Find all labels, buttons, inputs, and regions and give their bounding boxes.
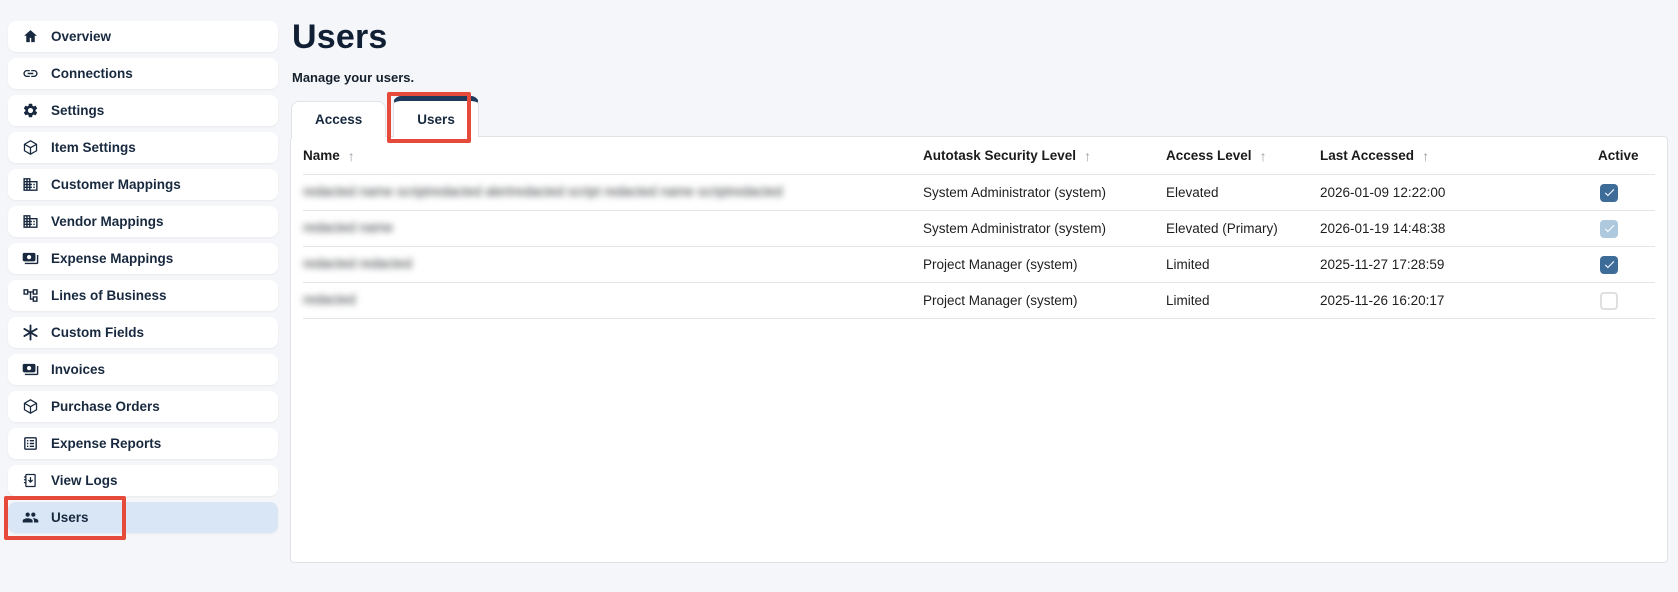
cell-access-level: Elevated (Primary) [1166, 221, 1320, 236]
cell-access-level: Limited [1166, 293, 1320, 308]
sidebar-item-label: Lines of Business [51, 288, 167, 303]
cell-security-level: Project Manager (system) [923, 293, 1166, 308]
redacted-name: redacted name scriptredacted alertredact… [303, 184, 783, 199]
payments-icon [22, 361, 39, 378]
cell-name: redacted name scriptredacted alertredact… [303, 184, 923, 202]
sidebar-item-label: Invoices [51, 362, 105, 377]
sort-arrow-icon: ↑ [1422, 148, 1429, 164]
sidebar-item-label: Expense Reports [51, 436, 161, 451]
sidebar-item-label: Overview [51, 29, 111, 44]
sidebar-item-label: Expense Mappings [51, 251, 173, 266]
column-header-name[interactable]: Name ↑ [303, 148, 923, 164]
sidebar-item-expense-mappings[interactable]: Expense Mappings [8, 243, 278, 274]
sidebar-item-label: Vendor Mappings [51, 214, 164, 229]
cell-name: redacted [303, 292, 923, 310]
redacted-name: redacted [303, 292, 356, 307]
sidebar-item-item-settings[interactable]: Item Settings [8, 132, 278, 163]
cell-name: redacted name [303, 220, 923, 238]
link-icon [22, 65, 39, 82]
table-row: redacted Project Manager (system) Limite… [291, 283, 1667, 318]
payments-icon [22, 250, 39, 267]
cell-security-level: Project Manager (system) [923, 257, 1166, 272]
cell-last-accessed: 2025-11-26 16:20:17 [1320, 293, 1598, 308]
sort-arrow-icon: ↑ [348, 148, 355, 164]
sidebar-item-view-logs[interactable]: View Logs [8, 465, 278, 496]
cell-security-level: System Administrator (system) [923, 185, 1166, 200]
sidebar-item-label: Connections [51, 66, 133, 81]
cell-last-accessed: 2026-01-09 12:22:00 [1320, 185, 1598, 200]
sidebar-item-overview[interactable]: Overview [8, 21, 278, 52]
home-icon [22, 28, 39, 45]
column-header-active: Active [1598, 148, 1655, 163]
asterisk-icon [22, 324, 39, 341]
sort-arrow-icon: ↑ [1084, 148, 1091, 164]
active-checkbox-disabled [1600, 220, 1618, 238]
redacted-name: redacted redacted [303, 256, 412, 271]
sidebar-item-users[interactable]: Users [8, 502, 278, 533]
sidebar-item-vendor-mappings[interactable]: Vendor Mappings [8, 206, 278, 237]
sidebar-item-lines-of-business[interactable]: Lines of Business [8, 280, 278, 311]
table-header-row: Name ↑ Autotask Security Level ↑ Access … [291, 137, 1667, 174]
sidebar-item-label: Settings [51, 103, 104, 118]
cell-security-level: System Administrator (system) [923, 221, 1166, 236]
sidebar-item-purchase-orders[interactable]: Purchase Orders [8, 391, 278, 422]
sidebar-item-label: Purchase Orders [51, 399, 160, 414]
cell-last-accessed: 2025-11-27 17:28:59 [1320, 257, 1598, 272]
users-icon [22, 509, 39, 526]
column-header-last-accessed[interactable]: Last Accessed ↑ [1320, 148, 1598, 164]
gear-icon [22, 102, 39, 119]
active-checkbox[interactable] [1600, 292, 1618, 310]
sidebar-item-label: View Logs [51, 473, 118, 488]
sidebar-item-customer-mappings[interactable]: Customer Mappings [8, 169, 278, 200]
table-row: redacted name System Administrator (syst… [291, 211, 1667, 246]
sidebar-item-label: Custom Fields [51, 325, 144, 340]
package-icon [22, 139, 39, 156]
cell-access-level: Limited [1166, 257, 1320, 272]
row-divider [303, 318, 1655, 319]
sidebar-item-connections[interactable]: Connections [8, 58, 278, 89]
tree-icon [22, 287, 39, 304]
cell-active [1598, 184, 1655, 202]
cell-access-level: Elevated [1166, 185, 1320, 200]
sidebar-item-label: Item Settings [51, 140, 136, 155]
sidebar-item-expense-reports[interactable]: Expense Reports [8, 428, 278, 459]
column-header-security-level[interactable]: Autotask Security Level ↑ [923, 148, 1166, 164]
logs-icon [22, 472, 39, 489]
table-row: redacted redacted Project Manager (syste… [291, 247, 1667, 282]
tab-access[interactable]: Access [291, 101, 386, 137]
sidebar-item-custom-fields[interactable]: Custom Fields [8, 317, 278, 348]
sidebar: Overview Connections Settings Item Setti… [8, 21, 278, 533]
building-icon [22, 176, 39, 193]
cell-name: redacted redacted [303, 256, 923, 274]
table-row: redacted name scriptredacted alertredact… [291, 175, 1667, 210]
users-table-card: Name ↑ Autotask Security Level ↑ Access … [290, 136, 1668, 563]
sidebar-item-label: Customer Mappings [51, 177, 181, 192]
tab-bar: Access Users [291, 96, 479, 137]
sidebar-item-invoices[interactable]: Invoices [8, 354, 278, 385]
active-checkbox[interactable] [1600, 184, 1618, 202]
tab-users[interactable]: Users [393, 96, 479, 137]
page-subtitle: Manage your users. [292, 70, 414, 85]
sidebar-item-settings[interactable]: Settings [8, 95, 278, 126]
cell-active [1598, 256, 1655, 274]
column-header-access-level[interactable]: Access Level ↑ [1166, 148, 1320, 164]
building-icon [22, 213, 39, 230]
cell-active [1598, 220, 1655, 238]
active-checkbox[interactable] [1600, 256, 1618, 274]
report-icon [22, 435, 39, 452]
cell-last-accessed: 2026-01-19 14:48:38 [1320, 221, 1598, 236]
cell-active [1598, 292, 1655, 310]
sidebar-item-label: Users [51, 510, 89, 525]
redacted-name: redacted name [303, 220, 393, 235]
page-title: Users [292, 18, 388, 57]
package-icon [22, 398, 39, 415]
sort-arrow-icon: ↑ [1260, 148, 1267, 164]
